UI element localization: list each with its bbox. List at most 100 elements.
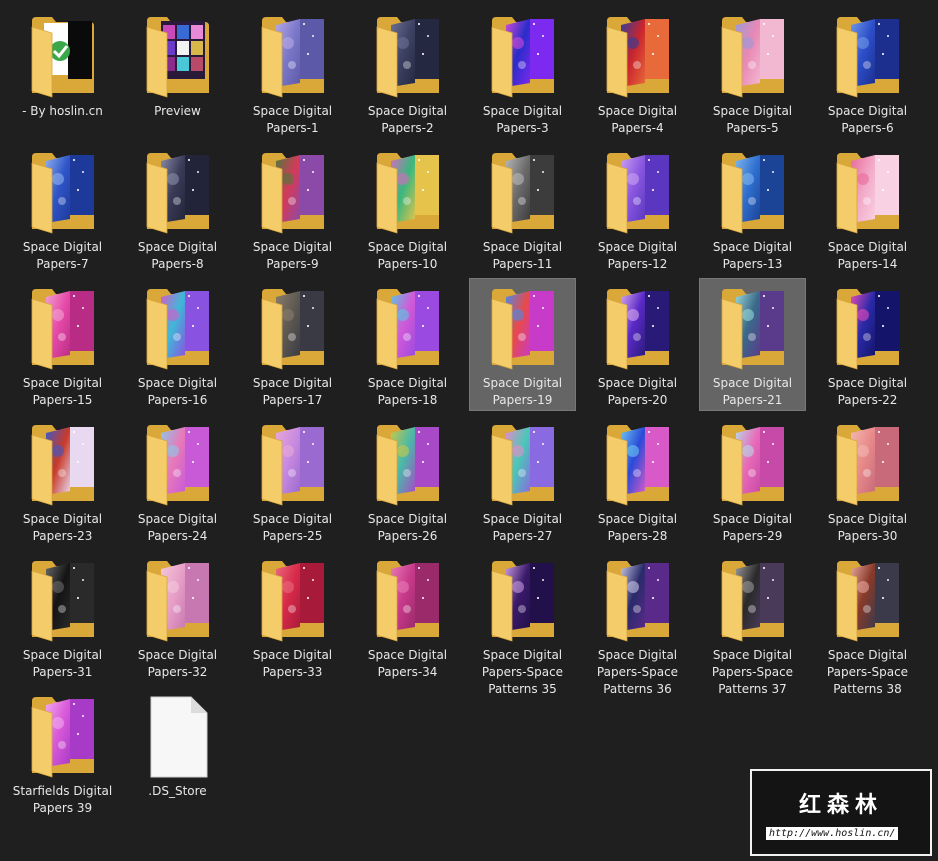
item-label: Space Digital Papers-Space Patterns 38 [826,648,909,696]
folder-icon [145,421,211,507]
folder-item[interactable]: Starfields Digital Papers 39 [10,687,115,818]
folder-icon [260,421,326,507]
item-label: Space Digital Papers-18 [367,376,448,407]
folder-icon [720,285,786,371]
folder-icon [720,557,786,643]
folder-icon [375,13,441,99]
folder-item[interactable]: Space Digital Papers-23 [10,415,115,546]
item-label: Space Digital Papers-33 [252,648,333,679]
folder-item[interactable]: Space Digital Papers-13 [700,143,805,274]
item-label: Space Digital Papers-32 [137,648,218,679]
folder-item[interactable]: Space Digital Papers-9 [240,143,345,274]
folder-icon [30,421,96,507]
item-label: Space Digital Papers-31 [22,648,103,679]
folder-item[interactable]: Space Digital Papers-Space Patterns 38 [815,551,920,696]
folder-item[interactable]: Space Digital Papers-32 [125,551,230,682]
folder-icon [835,13,901,99]
file-icon [145,693,211,779]
folder-icon [30,149,96,235]
folder-item[interactable]: Space Digital Papers-Space Patterns 35 [470,551,575,696]
folder-icon [490,149,556,235]
watermark-title: 红森林 [798,792,883,818]
folder-icon [375,421,441,507]
item-label: Space Digital Papers-21 [712,376,793,407]
folder-item[interactable]: Space Digital Papers-8 [125,143,230,274]
item-label: Space Digital Papers-28 [597,512,678,543]
folder-item[interactable]: Space Digital Papers-21 [699,278,806,411]
item-label: Space Digital Papers-Space Patterns 35 [481,648,564,696]
item-label: Space Digital Papers-10 [367,240,448,271]
folder-item[interactable]: Space Digital Papers-1 [240,7,345,138]
folder-item[interactable]: Space Digital Papers-10 [355,143,460,274]
folder-item[interactable]: Space Digital Papers-20 [585,279,690,410]
item-label: Space Digital Papers-22 [827,376,908,407]
folder-icon [605,557,671,643]
item-label: Space Digital Papers-14 [827,240,908,271]
folder-item[interactable]: Preview [125,7,230,138]
folder-icon [605,149,671,235]
folder-item[interactable]: Space Digital Papers-5 [700,7,805,138]
item-label: Space Digital Papers-8 [137,240,218,271]
folder-item[interactable]: Space Digital Papers-3 [470,7,575,138]
folder-icon [490,421,556,507]
folder-item[interactable]: Space Digital Papers-16 [125,279,230,410]
item-label: Space Digital Papers-27 [482,512,563,543]
folder-icon [260,285,326,371]
folder-icon [605,285,671,371]
item-label: Space Digital Papers-9 [252,240,333,271]
folder-item[interactable]: Space Digital Papers-19 [469,278,576,411]
folder-icon [835,285,901,371]
folder-item[interactable]: Space Digital Papers-33 [240,551,345,682]
folder-icon [490,13,556,99]
folder-icon [375,149,441,235]
folder-item[interactable]: Space Digital Papers-12 [585,143,690,274]
item-label: Space Digital Papers-23 [22,512,103,543]
folder-item[interactable]: Space Digital Papers-26 [355,415,460,546]
folder-icon [720,13,786,99]
item-label: Space Digital Papers-25 [252,512,333,543]
item-label: Space Digital Papers-24 [137,512,218,543]
folder-icon [260,557,326,643]
folder-icon [145,13,211,99]
item-label: .DS_Store [148,784,207,798]
folder-item[interactable]: Space Digital Papers-Space Patterns 36 [585,551,690,696]
folder-item[interactable]: Space Digital Papers-22 [815,279,920,410]
folder-item[interactable]: Space Digital Papers-17 [240,279,345,410]
folder-icon [835,421,901,507]
folder-item[interactable]: Space Digital Papers-11 [470,143,575,274]
folder-item[interactable]: Space Digital Papers-18 [355,279,460,410]
item-label: Space Digital Papers-Space Patterns 37 [711,648,794,696]
folder-item[interactable]: Space Digital Papers-25 [240,415,345,546]
folder-item[interactable]: Space Digital Papers-2 [355,7,460,138]
folder-item[interactable]: Space Digital Papers-24 [125,415,230,546]
item-label: Space Digital Papers-16 [137,376,218,407]
folder-item[interactable]: Space Digital Papers-31 [10,551,115,682]
folder-item[interactable]: Space Digital Papers-29 [700,415,805,546]
folder-item[interactable]: Space Digital Papers-34 [355,551,460,682]
item-label: Space Digital Papers-12 [597,240,678,271]
item-label: Space Digital Papers-13 [712,240,793,271]
item-label: Space Digital Papers-29 [712,512,793,543]
folder-item[interactable]: Space Digital Papers-27 [470,415,575,546]
folder-icon [490,557,556,643]
item-label: - By hoslin.cn [22,104,103,118]
watermark-url: http://www.hoslin.cn/ [766,827,899,840]
item-label: Space Digital Papers-3 [482,104,563,135]
item-label: Space Digital Papers-11 [482,240,563,271]
folder-icon [30,693,96,779]
item-label: Space Digital Papers-4 [597,104,678,135]
folder-item[interactable]: Space Digital Papers-30 [815,415,920,546]
folder-item[interactable]: Space Digital Papers-14 [815,143,920,274]
folder-icon [375,285,441,371]
folder-item[interactable]: Space Digital Papers-7 [10,143,115,274]
file-item[interactable]: .DS_Store [125,687,230,818]
folder-icon [260,149,326,235]
folder-item[interactable]: Space Digital Papers-15 [10,279,115,410]
folder-item[interactable]: Space Digital Papers-28 [585,415,690,546]
item-label: Space Digital Papers-19 [482,376,563,407]
folder-item[interactable]: Space Digital Papers-6 [815,7,920,138]
folder-item[interactable]: Space Digital Papers-4 [585,7,690,138]
folder-item[interactable]: Space Digital Papers-Space Patterns 37 [700,551,805,696]
folder-item[interactable]: - By hoslin.cn [10,7,115,138]
folder-icon [835,557,901,643]
